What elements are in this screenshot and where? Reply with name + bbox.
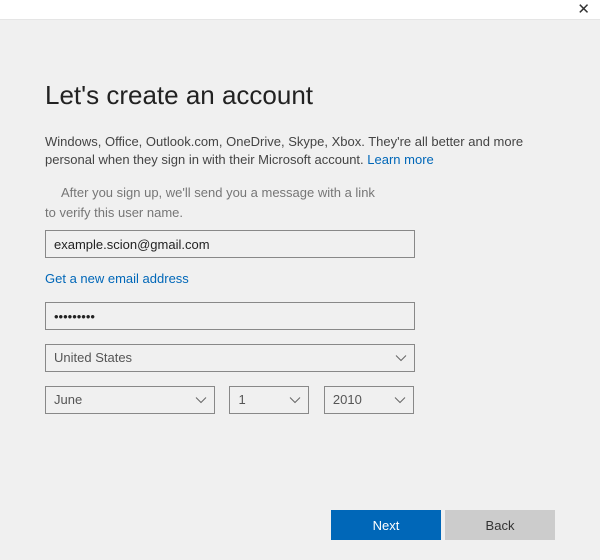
- close-icon[interactable]: ✕: [577, 2, 590, 17]
- description-text: Windows, Office, Outlook.com, OneDrive, …: [45, 133, 555, 169]
- verify-message: After you sign up, we'll send you a mess…: [45, 183, 555, 222]
- password-field[interactable]: [45, 302, 415, 330]
- description-prefix: Windows, Office, Outlook.com, OneDrive, …: [45, 134, 523, 167]
- learn-more-link[interactable]: Learn more: [367, 152, 433, 167]
- month-select[interactable]: June: [45, 386, 215, 414]
- email-field[interactable]: [45, 230, 415, 258]
- verify-line-2: to verify this user name.: [45, 205, 183, 220]
- month-value: June: [54, 392, 82, 407]
- new-email-link[interactable]: Get a new email address: [45, 271, 189, 286]
- verify-line-1: After you sign up, we'll send you a mess…: [61, 185, 375, 200]
- create-account-panel: Let's create an account Windows, Office,…: [0, 20, 600, 560]
- day-value: 1: [238, 392, 245, 407]
- country-select[interactable]: United States: [45, 344, 415, 372]
- back-button[interactable]: Back: [445, 510, 555, 540]
- year-value: 2010: [333, 392, 362, 407]
- country-value: United States: [54, 350, 132, 365]
- next-button[interactable]: Next: [331, 510, 441, 540]
- page-title: Let's create an account: [45, 80, 555, 111]
- year-select[interactable]: 2010: [324, 386, 414, 414]
- day-select[interactable]: 1: [229, 386, 309, 414]
